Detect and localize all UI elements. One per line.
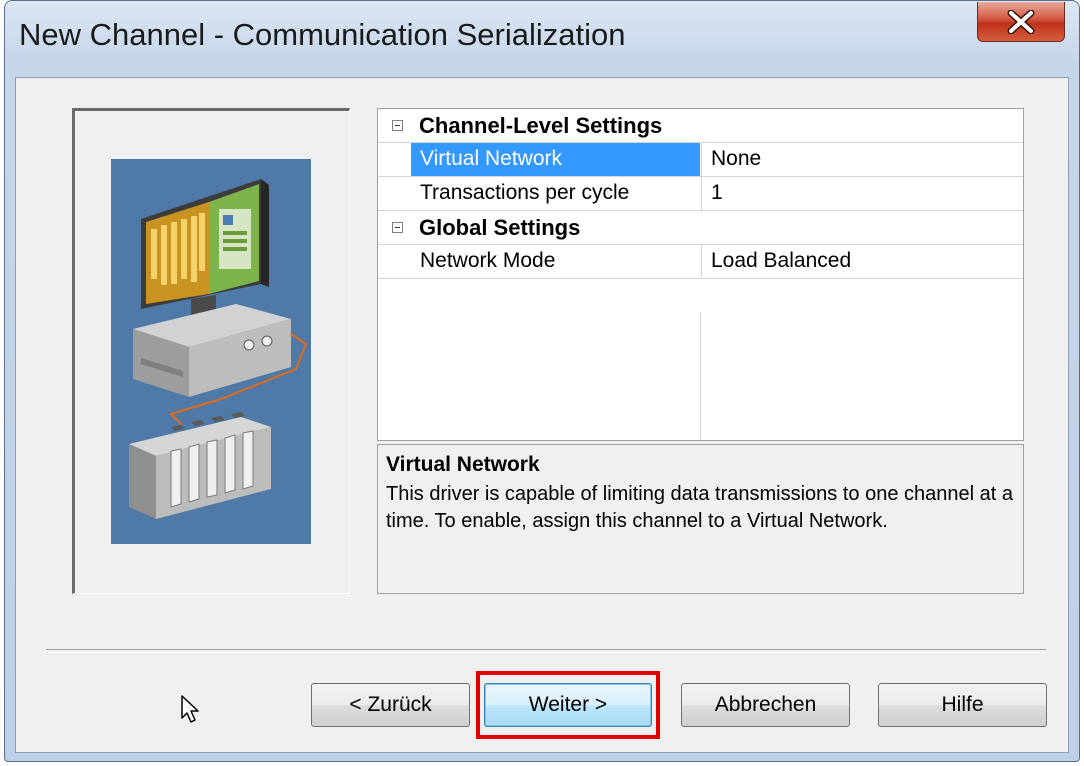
back-button[interactable]: < Zurück xyxy=(311,683,470,727)
description-title: Virtual Network xyxy=(386,453,540,476)
computer-plc-illustration xyxy=(111,159,311,544)
help-button[interactable]: Hilfe xyxy=(878,683,1047,727)
property-name[interactable]: Network Mode xyxy=(411,245,700,278)
column-divider xyxy=(700,313,701,440)
property-name[interactable]: Transactions per cycle xyxy=(411,177,700,210)
title-bar[interactable]: New Channel - Communication Serializatio… xyxy=(5,1,1079,77)
property-row-virtual-network[interactable]: Virtual Network None xyxy=(378,143,1023,177)
property-value[interactable]: None xyxy=(701,143,1023,176)
dialog-client-area: Channel-Level Settings Virtual Network N… xyxy=(15,77,1069,753)
window-title: New Channel - Communication Serializatio… xyxy=(19,17,626,52)
property-value[interactable]: Load Balanced xyxy=(701,245,1023,278)
category-label: Global Settings xyxy=(419,215,581,240)
mouse-cursor-icon xyxy=(180,694,202,729)
category-row-global-settings[interactable]: Global Settings xyxy=(378,211,1023,245)
property-row-network-mode[interactable]: Network Mode Load Balanced xyxy=(378,245,1023,279)
dialog-window: New Channel - Communication Serializatio… xyxy=(4,0,1080,762)
collapse-icon[interactable] xyxy=(392,120,403,131)
highlight-box xyxy=(476,671,660,739)
property-name[interactable]: Virtual Network xyxy=(411,143,700,176)
close-icon xyxy=(1007,9,1035,34)
close-button[interactable] xyxy=(977,2,1065,42)
property-value[interactable]: 1 xyxy=(701,177,1023,210)
wizard-image-panel xyxy=(72,108,350,594)
collapse-icon[interactable] xyxy=(392,222,403,233)
description-text: This driver is capable of limiting data … xyxy=(386,483,1013,532)
cancel-button[interactable]: Abbrechen xyxy=(681,683,850,727)
separator-line xyxy=(46,649,1046,653)
description-panel: Virtual Network This driver is capable o… xyxy=(377,444,1024,594)
property-row-transactions-per-cycle[interactable]: Transactions per cycle 1 xyxy=(378,177,1023,211)
category-label: Channel-Level Settings xyxy=(419,113,663,138)
property-grid: Channel-Level Settings Virtual Network N… xyxy=(377,108,1024,441)
category-row-channel-level[interactable]: Channel-Level Settings xyxy=(378,109,1023,143)
